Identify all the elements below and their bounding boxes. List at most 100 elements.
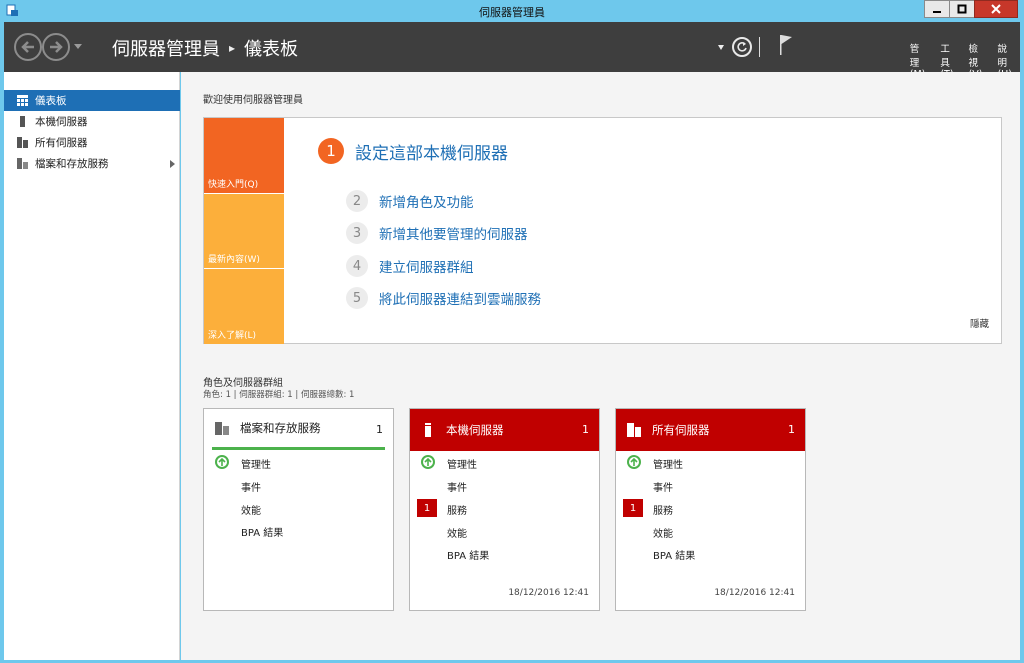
tile-title: 檔案和存放服務	[240, 421, 321, 435]
roles-section-title: 角色及伺服器群組	[203, 378, 283, 389]
file-storage-icon	[215, 422, 229, 435]
step-number: 2	[346, 190, 368, 212]
status-ok-icon	[421, 455, 435, 469]
back-arrow-icon	[21, 41, 34, 53]
tile-row-bpa[interactable]: BPA 結果	[447, 547, 489, 562]
tile-timestamp: 18/12/2016 12:41	[508, 588, 589, 598]
tile-row-events[interactable]: 事件	[447, 479, 467, 494]
title-bar: 伺服器管理員	[0, 0, 1024, 22]
tile-row-bpa[interactable]: BPA 結果	[241, 524, 283, 539]
status-ok-icon	[215, 455, 229, 469]
tile-all-servers[interactable]: 所有伺服器 1 管理性 事件 1 服務 效能 BPA 結果 18/12/2016…	[615, 408, 806, 611]
sidebar-item-label: 所有伺服器	[35, 137, 88, 149]
tile-header[interactable]: 所有伺服器 1	[616, 409, 805, 451]
server-icon	[20, 116, 25, 127]
tile-row-performance[interactable]: 效能	[447, 525, 467, 540]
tile-row-services[interactable]: 服務	[653, 502, 673, 517]
sidebar-item-label: 儀表板	[35, 95, 67, 107]
step-add-roles[interactable]: 2 新增角色及功能	[346, 190, 474, 212]
tile-row-bpa[interactable]: BPA 結果	[653, 547, 695, 562]
alert-count-badge: 1	[623, 499, 643, 517]
history-dropdown-icon[interactable]	[74, 44, 82, 49]
sidebar-item-all-servers[interactable]: 所有伺服器	[4, 132, 180, 153]
expand-arrow-icon[interactable]	[170, 160, 175, 168]
tab-quick-start[interactable]: 快速入門(Q)	[204, 118, 284, 193]
step-number: 1	[318, 138, 344, 164]
forward-arrow-icon	[50, 41, 63, 53]
tab-whats-new[interactable]: 最新內容(W)	[204, 194, 284, 268]
maximize-button[interactable]	[949, 0, 975, 18]
sidebar-item-label: 本機伺服器	[35, 116, 88, 128]
step-number: 4	[346, 255, 368, 277]
tile-title: 所有伺服器	[652, 423, 710, 437]
tile-row-manageability[interactable]: 管理性	[653, 456, 683, 471]
window-title: 伺服器管理員	[479, 6, 545, 19]
tile-row-performance[interactable]: 效能	[241, 502, 261, 517]
servers-icon	[17, 137, 28, 148]
step-link[interactable]: 將此伺服器連結到雲端服務	[379, 288, 541, 308]
sidebar-item-local-server[interactable]: 本機伺服器	[4, 111, 180, 132]
arrow-up-icon	[424, 457, 432, 466]
close-icon	[991, 4, 1001, 14]
tile-header[interactable]: 檔案和存放服務 1	[212, 409, 385, 450]
minimize-icon	[933, 11, 941, 13]
back-button[interactable]	[14, 33, 42, 61]
breadcrumb-current: 儀表板	[244, 39, 299, 60]
step-link[interactable]: 新增其他要管理的伺服器	[379, 223, 528, 243]
refresh-icon	[737, 42, 747, 52]
tile-count: 1	[376, 423, 383, 436]
step-link[interactable]: 建立伺服器群組	[379, 256, 474, 276]
welcome-title: 歡迎使用伺服器管理員	[203, 95, 303, 106]
server-manager-window: 伺服器管理員 伺服器管理員 ▸ 儀表板 管理 工具 檢視 說明 儀表板 本機伺服…	[0, 0, 1024, 663]
tile-title: 本機伺服器	[446, 423, 504, 437]
roles-summary: 角色: 1 | 伺服器群組: 1 | 伺服器總數: 1	[203, 390, 355, 400]
tile-row-manageability[interactable]: 管理性	[241, 456, 271, 471]
alert-count-badge: 1	[417, 499, 437, 517]
step-connect-cloud[interactable]: 5 將此伺服器連結到雲端服務	[346, 287, 541, 309]
tile-row-manageability[interactable]: 管理性	[447, 456, 477, 471]
quick-start-panel: 快速入門(Q) 最新內容(W) 深入了解(L) 1 設定這部本機伺服器 2 新增…	[203, 117, 1002, 344]
dashboard-grid-icon	[17, 95, 28, 106]
tab-learn-more[interactable]: 深入了解(L)	[204, 269, 284, 344]
server-icon	[425, 423, 431, 437]
notifications-flag-icon[interactable]	[778, 34, 794, 56]
close-button[interactable]	[974, 0, 1018, 18]
tile-local-server[interactable]: 本機伺服器 1 管理性 事件 1 服務 效能 BPA 結果 18/12/2016…	[409, 408, 600, 611]
arrow-up-icon	[630, 457, 638, 466]
breadcrumb-root[interactable]: 伺服器管理員	[112, 35, 220, 61]
tile-row-services[interactable]: 服務	[447, 502, 467, 517]
tile-header[interactable]: 本機伺服器 1	[410, 409, 599, 451]
tile-count: 1	[788, 423, 795, 436]
sidebar-item-file-storage[interactable]: 檔案和存放服務	[4, 153, 180, 174]
refresh-button[interactable]	[732, 37, 752, 57]
tile-row-events[interactable]: 事件	[241, 479, 261, 494]
navigation-toolbar: 伺服器管理員 ▸ 儀表板 管理(M) 工具(T) 檢視(V) 說明(H)	[4, 22, 1020, 80]
minimize-button[interactable]	[924, 0, 950, 18]
step-link[interactable]: 設定這部本機伺服器	[355, 139, 508, 164]
refresh-dropdown-icon[interactable]	[718, 45, 724, 50]
maximize-icon	[957, 4, 967, 14]
hide-link[interactable]: 隱藏	[970, 316, 989, 330]
sidebar-item-dashboard[interactable]: 儀表板	[4, 90, 180, 111]
arrow-up-icon	[218, 457, 226, 466]
tile-timestamp: 18/12/2016 12:41	[714, 588, 795, 598]
servers-icon	[627, 423, 641, 437]
step-number: 5	[346, 287, 368, 309]
step-configure-local-server[interactable]: 1 設定這部本機伺服器	[318, 138, 508, 164]
toolbar-divider	[759, 37, 760, 57]
forward-button[interactable]	[42, 33, 70, 61]
tile-file-storage[interactable]: 檔案和存放服務 1 管理性 事件 效能 BPA 結果	[203, 408, 394, 611]
step-link[interactable]: 新增角色及功能	[379, 191, 474, 211]
file-storage-icon	[17, 158, 28, 169]
sidebar-item-label: 檔案和存放服務	[35, 158, 109, 170]
dashboard-content: 歡迎使用伺服器管理員 快速入門(Q) 最新內容(W) 深入了解(L) 1 設定這…	[181, 72, 1020, 660]
breadcrumb: 伺服器管理員 ▸ 儀表板	[112, 35, 298, 61]
tile-row-events[interactable]: 事件	[653, 479, 673, 494]
tile-row-performance[interactable]: 效能	[653, 525, 673, 540]
breadcrumb-separator-icon: ▸	[229, 41, 236, 55]
step-create-server-group[interactable]: 4 建立伺服器群組	[346, 255, 474, 277]
step-number: 3	[346, 222, 368, 244]
sidebar: 儀表板 本機伺服器 所有伺服器 檔案和存放服務	[4, 72, 180, 660]
status-ok-icon	[627, 455, 641, 469]
step-add-servers[interactable]: 3 新增其他要管理的伺服器	[346, 222, 528, 244]
